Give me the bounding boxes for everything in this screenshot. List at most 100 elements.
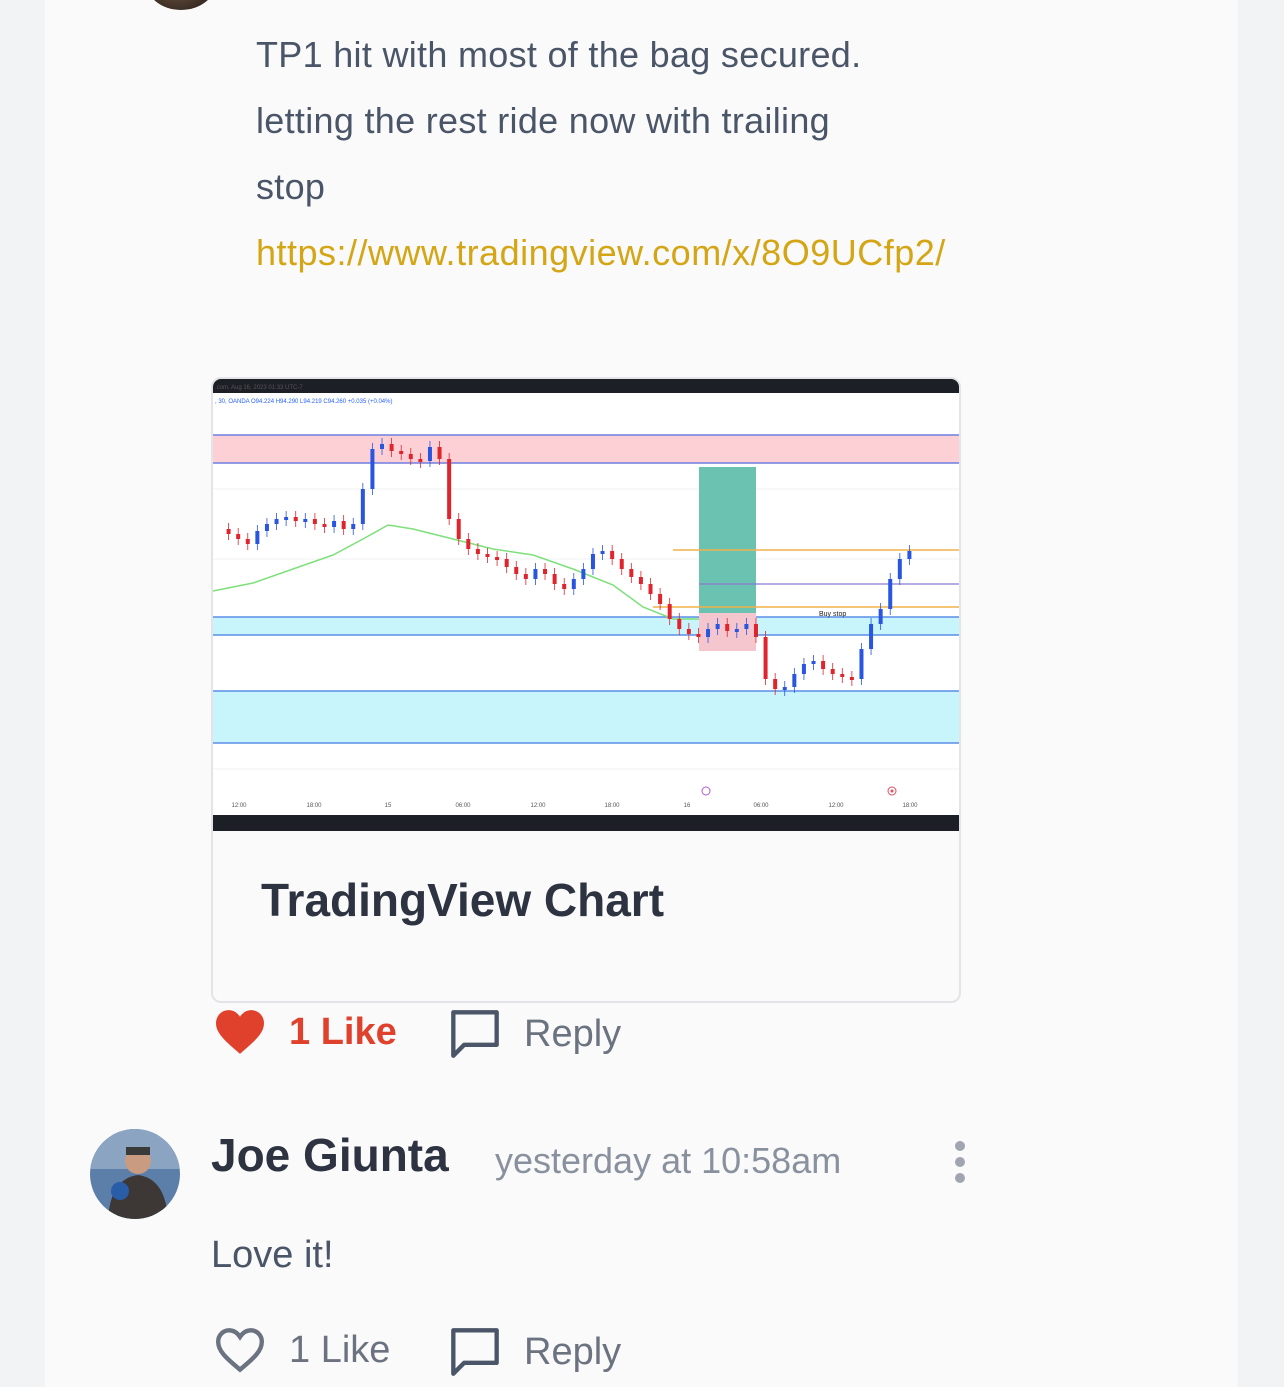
candle-body (897, 559, 902, 579)
candle-body (600, 551, 605, 554)
candle-body (360, 489, 365, 524)
chart-preview-image: .com, Aug 16, 2023 01:33 UTC-7 , 30, OAN… (213, 379, 959, 831)
candle-body (849, 677, 854, 680)
candle-body (399, 451, 404, 454)
more-vertical-icon (955, 1141, 965, 1183)
candle-body (629, 569, 634, 577)
candle-body (226, 529, 231, 534)
candle-body (619, 559, 624, 569)
candle-body (696, 634, 701, 637)
candle-body (907, 551, 912, 559)
post-link[interactable]: https://www.tradingview.com/x/8O9UCfp2/ (256, 220, 1016, 286)
candle-body (437, 447, 442, 459)
chart-tick-label: 18:00 (306, 803, 322, 809)
candle-body (370, 449, 375, 489)
candle-body (859, 649, 864, 679)
candle-body (734, 629, 739, 632)
candle-body (427, 447, 432, 461)
heart-outline-icon (215, 1328, 265, 1373)
chart-tick-label: 06:00 (753, 803, 769, 809)
candle-body (380, 444, 385, 449)
reply-label: Reply (524, 1330, 622, 1373)
post-body: TP1 hit with most of the bag secured. le… (256, 22, 1016, 220)
reply-button[interactable]: Reply (448, 1326, 621, 1378)
candle-body (725, 624, 730, 631)
reply-bubble-icon (451, 1328, 499, 1376)
reply-button[interactable]: Reply (448, 1008, 621, 1060)
link-preview-title[interactable]: TradingView Chart (261, 873, 664, 927)
chart-annotation: Buy stop (819, 611, 846, 618)
candle-body (514, 567, 519, 574)
candle-body (648, 584, 653, 594)
candle-body (667, 604, 672, 619)
post-line: TP1 hit with most of the bag secured. (256, 34, 862, 75)
reply-bubble-icon (451, 1010, 499, 1058)
candle-body (571, 579, 576, 589)
candle-body (303, 519, 308, 522)
candle-body (581, 569, 586, 579)
candle-body (264, 524, 269, 531)
candle-body (677, 619, 682, 629)
candle-body (322, 524, 327, 527)
candle-body (763, 637, 768, 679)
candle-body (792, 674, 797, 687)
candle-body (610, 551, 615, 559)
link-preview-card[interactable]: .com, Aug 16, 2023 01:33 UTC-7 , 30, OAN… (211, 377, 961, 1003)
candle-body (312, 519, 317, 524)
candle-body (753, 624, 758, 637)
candle-body (236, 534, 241, 539)
candle-body (447, 459, 452, 519)
like-count: 1 Like (289, 1328, 391, 1371)
more-options-button[interactable] (950, 1140, 970, 1184)
post-line: stop (256, 166, 326, 207)
candle-body (801, 664, 806, 674)
candle-body (293, 517, 298, 521)
candle-body (706, 629, 711, 637)
candle-body (389, 444, 394, 451)
candle-body (888, 579, 893, 609)
like-button[interactable]: 1 Like (213, 1008, 397, 1056)
candle-body (773, 679, 778, 689)
post-line: letting the rest ride now with trailing (256, 100, 830, 141)
chart-tick-label: 16 (684, 803, 691, 809)
candle-body (840, 674, 845, 677)
chart-header-text: .com, Aug 16, 2023 01:33 UTC-7 (215, 385, 303, 391)
reply-label: Reply (524, 1012, 622, 1055)
candle-body (821, 661, 826, 669)
candle-body (475, 549, 480, 554)
comment-author[interactable]: Joe Giunta (211, 1128, 449, 1182)
candle-body (562, 584, 567, 589)
candle-body (543, 569, 548, 574)
comment-timestamp: yesterday at 10:58am (495, 1140, 842, 1181)
candle-body (341, 521, 346, 529)
candle-body (456, 519, 461, 539)
candle-body (658, 594, 663, 604)
chart-tick-label: 12:00 (828, 803, 844, 809)
chart-ohlc-text: , 30, OANDA O94.224 H94.290 L94.219 C94.… (215, 399, 392, 405)
candle-body (782, 687, 787, 690)
avatar[interactable] (90, 1129, 180, 1219)
chart-tick-label: 15 (385, 803, 392, 809)
like-button[interactable]: 1 Like (213, 1326, 390, 1374)
candle-body (284, 517, 289, 520)
candle-body (744, 624, 749, 629)
candle-body (878, 609, 883, 624)
candle-body (686, 629, 691, 634)
candle-body (830, 669, 835, 674)
candle-body (408, 454, 413, 459)
candle-body (255, 531, 260, 544)
candle-body (504, 559, 509, 567)
chart-tick-label: 12:00 (231, 803, 247, 809)
candle-body (485, 554, 490, 557)
candle-body (418, 459, 423, 462)
chart-tick-label: 18:00 (902, 803, 918, 809)
candle-body (715, 624, 720, 629)
candle-body (811, 661, 816, 664)
candle-body (869, 624, 874, 649)
chart-tick-label: 12:00 (530, 803, 546, 809)
candle-body (523, 574, 528, 579)
candle-body (552, 574, 557, 584)
candle-body (466, 539, 471, 549)
candle-body (638, 577, 643, 584)
avatar[interactable] (145, 0, 217, 10)
